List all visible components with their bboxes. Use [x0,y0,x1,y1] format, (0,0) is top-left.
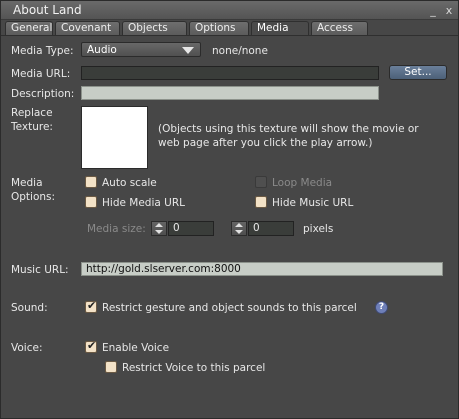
close-icon[interactable]: x [443,5,455,17]
loop-media-checkbox [255,176,267,188]
restrict-voice-label: Restrict Voice to this parcel [122,362,266,374]
media-type-dropdown[interactable]: Audio [81,42,201,57]
tab-options[interactable]: Options [189,21,249,36]
replace-texture-picker[interactable] [81,106,148,169]
spinner-up-icon[interactable] [235,223,243,227]
enable-voice-label: Enable Voice [102,342,170,354]
loop-media-label: Loop Media [272,177,333,189]
checkmark-icon: ✔ [87,339,97,352]
media-height-value: 0 [253,222,260,234]
help-icon[interactable]: ? [375,301,388,314]
tab-general[interactable]: General [5,21,53,36]
tab-divider [1,35,458,36]
music-url-value: http://gold.slserver.com:8000 [86,263,241,275]
title-bar[interactable]: About Land _ x [1,1,458,20]
media-url-label: Media URL: [11,68,71,80]
set-media-url-button[interactable]: Set... [389,65,447,80]
music-url-field[interactable]: http://gold.slserver.com:8000 [81,262,443,276]
media-height-field[interactable]: 0 [248,221,294,236]
spinner-up-icon[interactable] [155,223,163,227]
tab-access[interactable]: Access [311,21,368,36]
media-options-label-line1: Media [11,177,43,189]
spinner-down-icon[interactable] [235,230,243,234]
media-type-value: Audio [87,44,117,56]
media-options-label-line2: Options: [11,191,56,203]
replace-texture-label-line1: Replace [11,107,53,119]
texture-note-line1: (Objects using this texture will show th… [158,123,419,135]
hide-music-url-checkbox[interactable] [255,196,267,208]
sound-label: Sound: [11,302,48,314]
chevron-down-icon [182,47,194,54]
hide-media-url-label: Hide Media URL [102,197,185,209]
texture-note-line2: web page after you click the play arrow.… [158,137,373,149]
enable-voice-checkbox[interactable]: ✔ [85,339,97,353]
spinner-down-icon[interactable] [155,230,163,234]
hide-music-url-label: Hide Music URL [272,197,354,209]
tab-objects[interactable]: Objects [122,21,187,36]
media-size-label: Media size: [87,223,146,235]
restrict-voice-checkbox[interactable] [105,361,117,373]
checkmark-icon: ✔ [87,299,97,312]
media-type-label: Media Type: [11,45,74,57]
media-height-spinner[interactable] [231,221,247,236]
tab-covenant[interactable]: Covenant [55,21,120,36]
replace-texture-label-line2: Texture: [11,121,53,133]
description-label: Description: [11,88,75,100]
description-field[interactable] [81,86,379,100]
auto-scale-label: Auto scale [102,177,157,189]
media-width-spinner[interactable] [151,221,167,236]
media-type-status: none/none [212,45,268,57]
music-url-label: Music URL: [11,264,69,276]
media-width-value: 0 [173,222,180,234]
auto-scale-checkbox[interactable] [85,176,97,188]
restrict-sound-label: Restrict gesture and object sounds to th… [102,302,357,314]
media-width-field[interactable]: 0 [168,221,214,236]
about-land-window: About Land _ x General Covenant Objects … [0,0,459,419]
media-url-field[interactable] [81,66,379,80]
voice-label: Voice: [11,342,43,354]
restrict-sound-checkbox[interactable]: ✔ [85,299,97,313]
hide-media-url-checkbox[interactable] [85,196,97,208]
media-size-units: pixels [303,223,334,235]
window-title: About Land [13,3,82,17]
minimize-icon[interactable]: _ [427,5,439,17]
tab-media[interactable]: Media [251,21,309,36]
